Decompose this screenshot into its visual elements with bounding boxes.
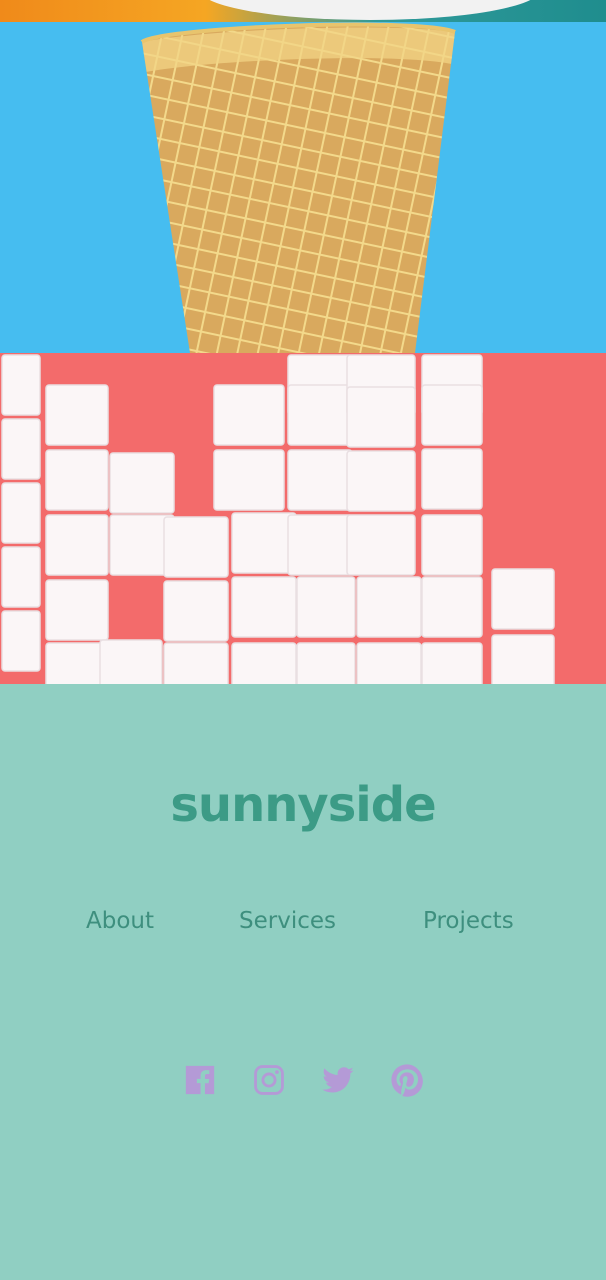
sugar-cubes-image xyxy=(0,353,606,684)
social-links xyxy=(183,1063,424,1097)
nav-link-about[interactable]: About xyxy=(86,908,154,934)
nav-link-services[interactable]: Services xyxy=(239,908,336,934)
orange-dessert-image xyxy=(0,0,606,22)
site-footer: sunnyside About Services Projects xyxy=(0,685,606,1280)
brand-logo[interactable]: sunnyside xyxy=(0,777,606,833)
nav-link-projects[interactable]: Projects xyxy=(423,908,514,934)
facebook-icon[interactable] xyxy=(183,1063,217,1097)
pinterest-icon[interactable] xyxy=(390,1063,424,1097)
ice-cream-cone-image xyxy=(0,22,606,353)
twitter-icon[interactable] xyxy=(321,1063,355,1097)
instagram-icon[interactable] xyxy=(252,1063,286,1097)
